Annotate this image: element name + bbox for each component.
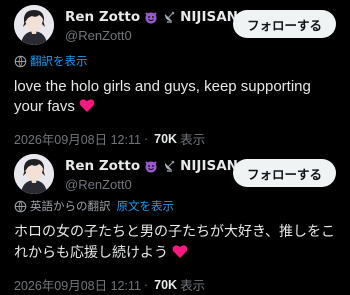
author-name[interactable]: Ren Zotto <box>65 158 140 174</box>
translate-globe-icon <box>14 55 27 68</box>
translate-globe-icon <box>14 200 27 213</box>
view-count: 70K <box>154 131 178 146</box>
red-heart-emoji <box>172 244 188 266</box>
tweet-header: Ren Zotto NIJISAN... @RenZott0 フォローする <box>14 146 336 194</box>
satellite-dish-emoji <box>162 10 176 24</box>
timestamp-link[interactable]: 2026年09月08日 12:11 <box>14 275 141 294</box>
tweet-body: love the holo girls and guys, keep suppo… <box>14 78 311 115</box>
smiling-devil-emoji <box>144 10 158 24</box>
satellite-dish-emoji <box>162 159 176 173</box>
separator-dot: · <box>143 277 149 292</box>
avatar[interactable] <box>14 5 54 45</box>
view-label: 表示 <box>180 279 206 293</box>
avatar[interactable] <box>14 154 54 194</box>
translate-row: 翻訳を表示 <box>14 51 336 71</box>
tweet-2[interactable]: Ren Zotto NIJISAN... @RenZott0 フォローする 英語… <box>0 146 350 295</box>
smiling-devil-emoji <box>144 159 158 173</box>
tweet-text: love the holo girls and guys, keep suppo… <box>14 77 336 119</box>
view-count: 70K <box>154 277 178 292</box>
translate-row: 英語からの翻訳 原文を表示 <box>14 196 336 216</box>
author-name[interactable]: Ren Zotto <box>65 9 140 25</box>
tweet-meta: 2026年09月08日 12:11 · 70K 表示 <box>14 275 336 294</box>
red-heart-emoji <box>79 98 95 119</box>
follow-button[interactable]: フォローする <box>232 10 336 38</box>
show-original-link[interactable]: 原文を表示 <box>117 198 175 214</box>
follow-button[interactable]: フォローする <box>232 159 336 187</box>
tweet-text: ホロの女の子たちと男の子たちが大好き、推しをこれからも応援し続けよう <box>14 222 336 266</box>
translated-from-label: 英語からの翻訳 <box>30 199 111 213</box>
show-translation-link[interactable]: 翻訳を表示 <box>30 53 88 69</box>
tweet-1[interactable]: Ren Zotto NIJISAN... @RenZott0 フォローする 翻訳… <box>0 0 350 147</box>
separator-dot: · <box>143 131 149 146</box>
tweet-header: Ren Zotto NIJISAN... @RenZott0 フォローする <box>14 0 336 46</box>
